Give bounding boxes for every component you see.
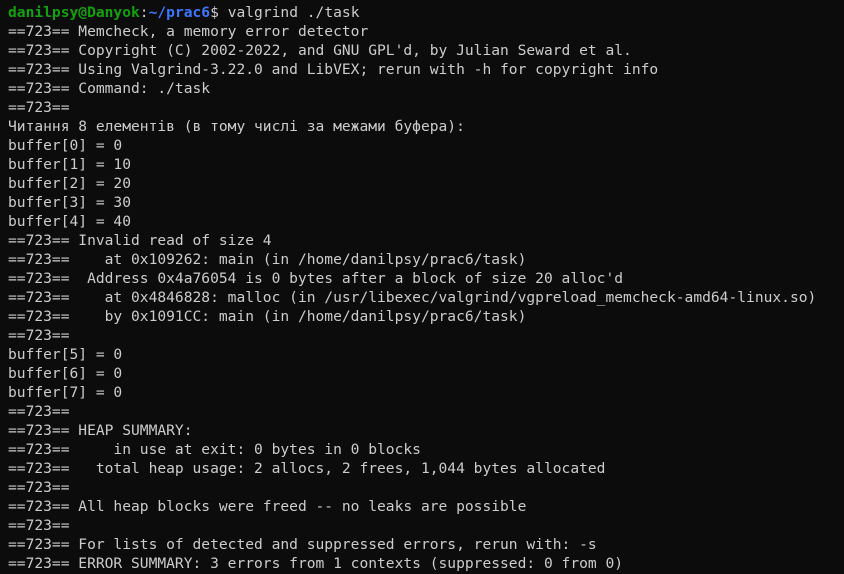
output-line: buffer[2] = 20 — [8, 175, 132, 192]
output-line: ==723== by 0x1091CC: main (in /home/dani… — [8, 308, 527, 325]
terminal-window[interactable]: danilpsy@Danyok:~/prac6$ valgrind ./task… — [0, 0, 844, 574]
output-line: ==723== — [8, 403, 70, 420]
output-line: ==723== — [8, 479, 70, 496]
output-line: ==723== All heap blocks were freed -- no… — [8, 498, 527, 515]
output-line: buffer[1] = 10 — [8, 156, 132, 173]
output-line: ==723== Memcheck, a memory error detecto… — [8, 23, 369, 40]
output-line: ==723== — [8, 99, 70, 116]
output-line: ==723== ERROR SUMMARY: 3 errors from 1 c… — [8, 555, 624, 572]
output-line: ==723== in use at exit: 0 bytes in 0 blo… — [8, 441, 421, 458]
output-line: ==723== at 0x4846828: malloc (in /usr/li… — [8, 289, 817, 306]
output-line: ==723== HEAP SUMMARY: — [8, 422, 193, 439]
output-line: buffer[4] = 40 — [8, 213, 132, 230]
output-line: ==723== Using Valgrind-3.22.0 and LibVEX… — [8, 61, 659, 78]
output-line: ==723== — [8, 517, 70, 534]
output-line: buffer[0] = 0 — [8, 137, 123, 154]
output-line: ==723== For lists of detected and suppre… — [8, 536, 597, 553]
prompt-user-host: danilpsy@Danyok — [8, 4, 140, 21]
output-line: buffer[7] = 0 — [8, 384, 123, 401]
output-line: Читання 8 елементів (в тому числі за меж… — [8, 118, 465, 135]
output-line: buffer[6] = 0 — [8, 365, 123, 382]
output-line: ==723== total heap usage: 2 allocs, 2 fr… — [8, 460, 606, 477]
output-line: buffer[5] = 0 — [8, 346, 123, 363]
output-line: ==723== Command: ./task — [8, 80, 211, 97]
prompt-separator: : — [139, 4, 149, 21]
output-line: ==723== Address 0x4a76054 is 0 bytes aft… — [8, 270, 624, 287]
output-line: ==723== Invalid read of size 4 — [8, 232, 272, 249]
output-line: ==723== — [8, 327, 70, 344]
output-line: ==723== at 0x109262: main (in /home/dani… — [8, 251, 527, 268]
output-line: ==723== Copyright (C) 2002-2022, and GNU… — [8, 42, 632, 59]
prompt-path: ~/prac6 — [148, 4, 211, 21]
command-prompt-line: danilpsy@Danyok:~/prac6$ valgrind ./task — [8, 3, 816, 22]
terminal-output: danilpsy@Danyok:~/prac6$ valgrind ./task… — [8, 3, 816, 573]
output-line: buffer[3] = 30 — [8, 194, 132, 211]
prompt-symbol: $ — [210, 4, 228, 21]
prompt-command: valgrind ./task — [227, 4, 360, 21]
